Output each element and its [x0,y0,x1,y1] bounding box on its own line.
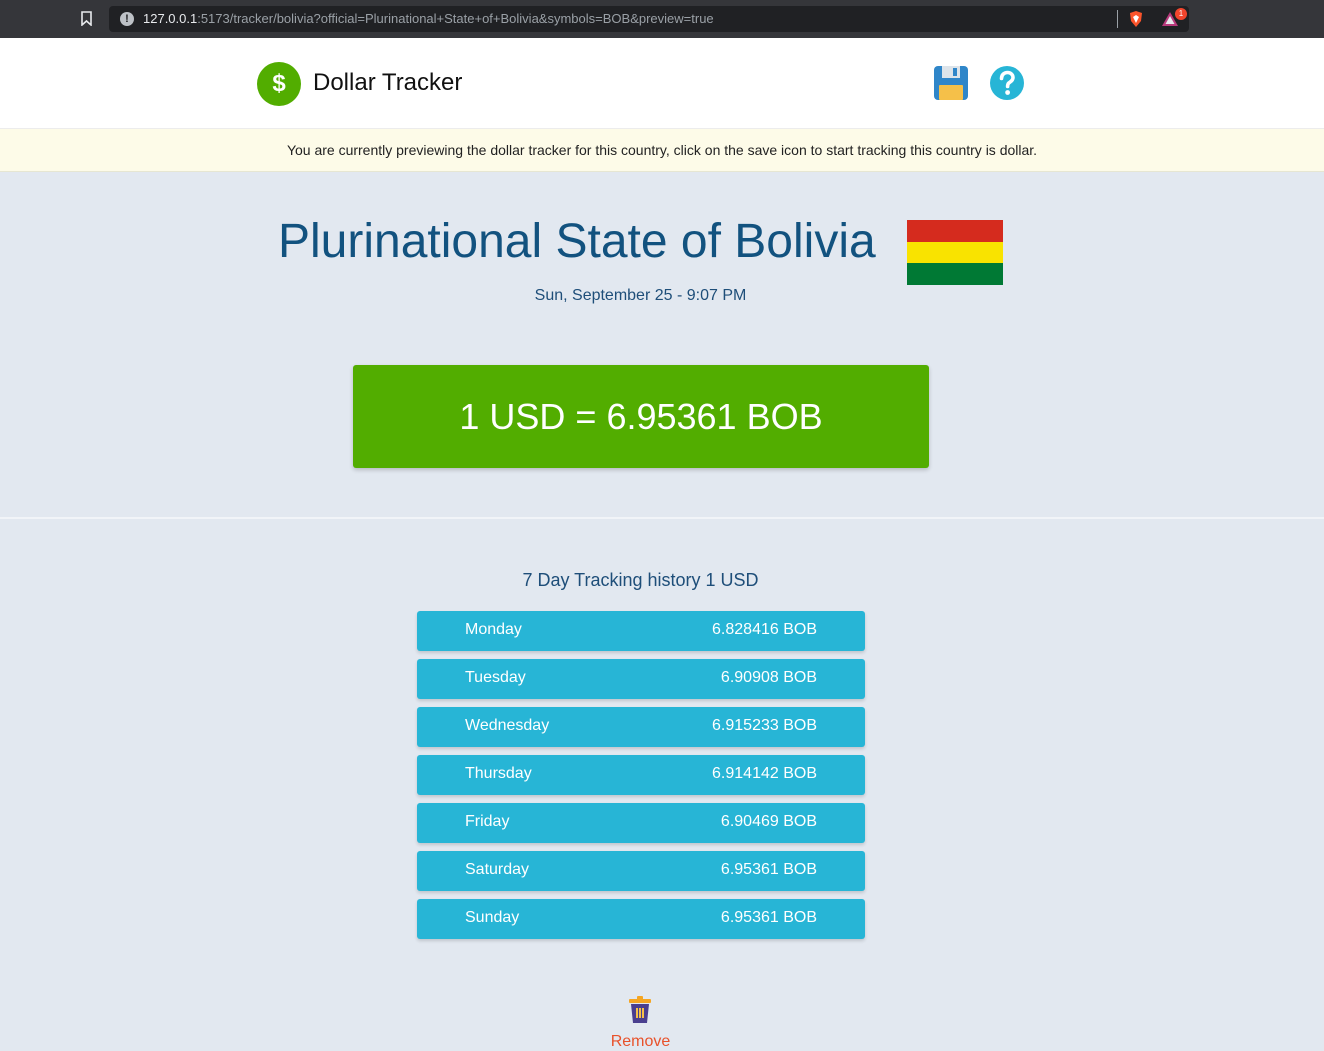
current-datetime: Sun, September 25 - 9:07 PM [534,287,747,304]
country-flag [907,220,1003,285]
url-path: :5173/tracker/bolivia?official=Plurinati… [197,11,714,26]
preview-notice-text: You are currently previewing the dollar … [286,142,1038,158]
history-row: Tuesday 6.90908 BOB [417,659,865,699]
address-bar[interactable]: ! 127.0.0.1:5173/tracker/bolivia?officia… [109,6,1189,32]
history-value: 6.95361 BOB [720,909,817,926]
exchange-rate-box: 1 USD = 6.95361 BOB [353,365,929,468]
history-row: Sunday 6.95361 BOB [417,899,865,939]
omnibox-divider [1117,10,1118,28]
history-value: 6.828416 BOB [712,621,817,638]
history-value: 6.915233 BOB [712,717,817,734]
history-row: Saturday 6.95361 BOB [417,851,865,891]
bookmark-icon[interactable] [81,11,92,26]
preview-notice: You are currently previewing the dollar … [0,128,1324,172]
history-title: 7 Day Tracking history 1 USD [522,570,759,590]
help-icon[interactable] [989,65,1025,101]
history-row: Thursday 6.914142 BOB [417,755,865,795]
section-divider [0,517,1324,519]
history-day: Wednesday [465,717,550,734]
dollar-logo-icon: $ [257,62,301,106]
remove-button[interactable]: Remove [0,1033,1281,1051]
history-day: Tuesday [465,669,526,686]
history-day: Saturday [465,861,530,878]
history-value: 6.914142 BOB [712,765,817,782]
flag-stripe-top [907,220,1003,242]
history-day: Friday [465,813,510,830]
history-row: Wednesday 6.915233 BOB [417,707,865,747]
flag-stripe-bottom [907,263,1003,285]
history-day: Sunday [465,909,520,926]
url-text[interactable]: 127.0.0.1:5173/tracker/bolivia?official=… [143,11,714,26]
flag-stripe-middle [907,241,1003,264]
history-day: Thursday [465,765,532,782]
browser-toolbar: ! 127.0.0.1:5173/tracker/bolivia?officia… [0,0,1324,38]
brave-shields-icon[interactable] [1128,10,1144,28]
history-row: Friday 6.90469 BOB [417,803,865,843]
history-value: 6.90469 BOB [720,813,817,830]
rewards-badge: 1 [1175,8,1187,20]
save-icon[interactable] [933,65,969,101]
app-title: Dollar Tracker [313,69,463,96]
history-row: Monday 6.828416 BOB [417,611,865,651]
country-name: Plurinational State of Bolivia [278,215,876,268]
url-host: 127.0.0.1 [143,11,198,26]
history-value: 6.95361 BOB [720,861,817,878]
app-header: $ Dollar Tracker [0,38,1324,128]
trash-icon[interactable] [628,996,652,1024]
history-list: Monday 6.828416 BOB Tuesday 6.90908 BOB … [417,611,865,947]
site-info-icon[interactable]: ! [120,12,134,26]
history-value: 6.90908 BOB [720,669,817,686]
history-day: Monday [465,621,522,638]
